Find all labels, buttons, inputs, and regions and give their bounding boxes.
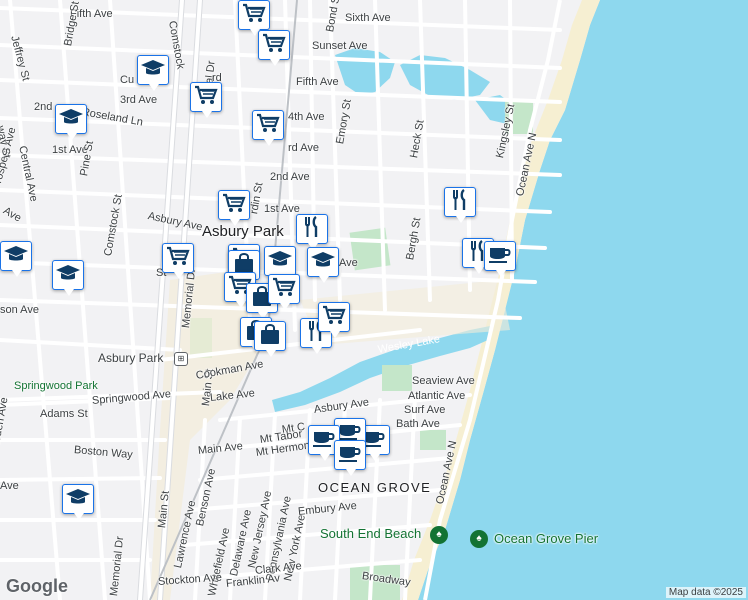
- map-marker-grocery[interactable]: [258, 30, 290, 66]
- street-label: Ave: [0, 480, 19, 492]
- restaurant-icon: [299, 215, 325, 244]
- street-label: Fifth Ave: [296, 76, 339, 88]
- street-label: Adams St: [40, 408, 88, 420]
- map-marker-cafe[interactable]: [334, 440, 366, 476]
- train-station-icon[interactable]: ⊞: [174, 352, 188, 366]
- poi-label-ocean-grove-pier: Ocean Grove Pier: [494, 531, 599, 546]
- street-label: Cu: [120, 74, 135, 86]
- street-label: Atlantic Ave: [408, 390, 466, 402]
- street-label: Ave: [339, 257, 358, 269]
- map-marker-grocery[interactable]: [190, 82, 222, 118]
- school-icon: [55, 261, 81, 290]
- street-label: rd Ave: [288, 142, 319, 154]
- map-marker-grocery[interactable]: [162, 243, 194, 279]
- grocery-icon: [261, 31, 287, 60]
- map-marker-school[interactable]: [264, 246, 296, 282]
- school-icon: [267, 247, 293, 276]
- park-label: Springwood Park: [14, 380, 98, 392]
- grocery-icon: [165, 244, 191, 273]
- map-marker-grocery[interactable]: [238, 0, 270, 36]
- beach-poi-icon[interactable]: ♠: [430, 526, 448, 544]
- map-marker-grocery[interactable]: [218, 190, 250, 226]
- place-label-ocean-grove: OCEAN GROVE: [318, 480, 432, 495]
- map-marker-grocery[interactable]: [252, 110, 284, 146]
- street-label: Surf Ave: [404, 404, 446, 416]
- map-marker-grocery[interactable]: [318, 302, 350, 338]
- street-label: 1st Ave: [264, 203, 300, 215]
- school-icon: [310, 248, 336, 277]
- map-marker-school[interactable]: [0, 241, 32, 277]
- map-marker-school[interactable]: [307, 247, 339, 283]
- map-marker-restaurant[interactable]: [296, 214, 328, 250]
- grocery-icon: [241, 1, 267, 30]
- grocery-icon: [271, 275, 297, 304]
- grocery-icon: [221, 191, 247, 220]
- cafe-icon: [337, 441, 363, 470]
- grocery-icon: [321, 303, 347, 332]
- grocery-icon: [193, 83, 219, 112]
- map-marker-school[interactable]: [52, 260, 84, 296]
- map-marker-school[interactable]: [137, 55, 169, 91]
- map-attribution[interactable]: Map data ©2025: [665, 587, 746, 598]
- school-icon: [65, 485, 91, 514]
- map-marker-shopping-bag[interactable]: [254, 321, 286, 357]
- poi-label-south-end-beach: South End Beach: [320, 526, 422, 541]
- restaurant-icon: [447, 188, 473, 217]
- map-marker-cafe[interactable]: [484, 241, 516, 277]
- map-marker-school[interactable]: [62, 484, 94, 520]
- school-icon: [140, 56, 166, 85]
- street-label: 3rd Ave: [120, 94, 158, 106]
- street-label: Sixth Ave: [345, 12, 391, 24]
- map-marker-restaurant[interactable]: [444, 187, 476, 223]
- map-marker-grocery[interactable]: [268, 274, 300, 310]
- street-label: 4th Ave: [288, 111, 325, 123]
- station-label: Asbury Park: [98, 351, 164, 365]
- street-label: son Ave: [0, 304, 39, 316]
- street-label: Seaview Ave: [412, 375, 475, 387]
- place-label-asbury-park: Asbury Park: [202, 223, 284, 240]
- google-logo: Google: [6, 576, 68, 596]
- shopping-bag-icon: [257, 322, 283, 351]
- map-canvas[interactable]: Fifth Ave Sixth Ave Sunset Ave Fifth Ave…: [0, 0, 748, 600]
- map-base: [0, 0, 748, 600]
- street-label: Bath Ave: [396, 418, 440, 430]
- grocery-icon: [255, 111, 281, 140]
- pier-poi-icon[interactable]: ♠: [470, 530, 488, 548]
- street-label: Sunset Ave: [312, 40, 368, 52]
- cafe-icon: [487, 242, 513, 271]
- map-marker-school[interactable]: [55, 104, 87, 140]
- school-icon: [3, 242, 29, 271]
- street-label: 2nd Ave: [270, 171, 310, 183]
- school-icon: [58, 105, 84, 134]
- street-label: 2nd: [34, 101, 53, 113]
